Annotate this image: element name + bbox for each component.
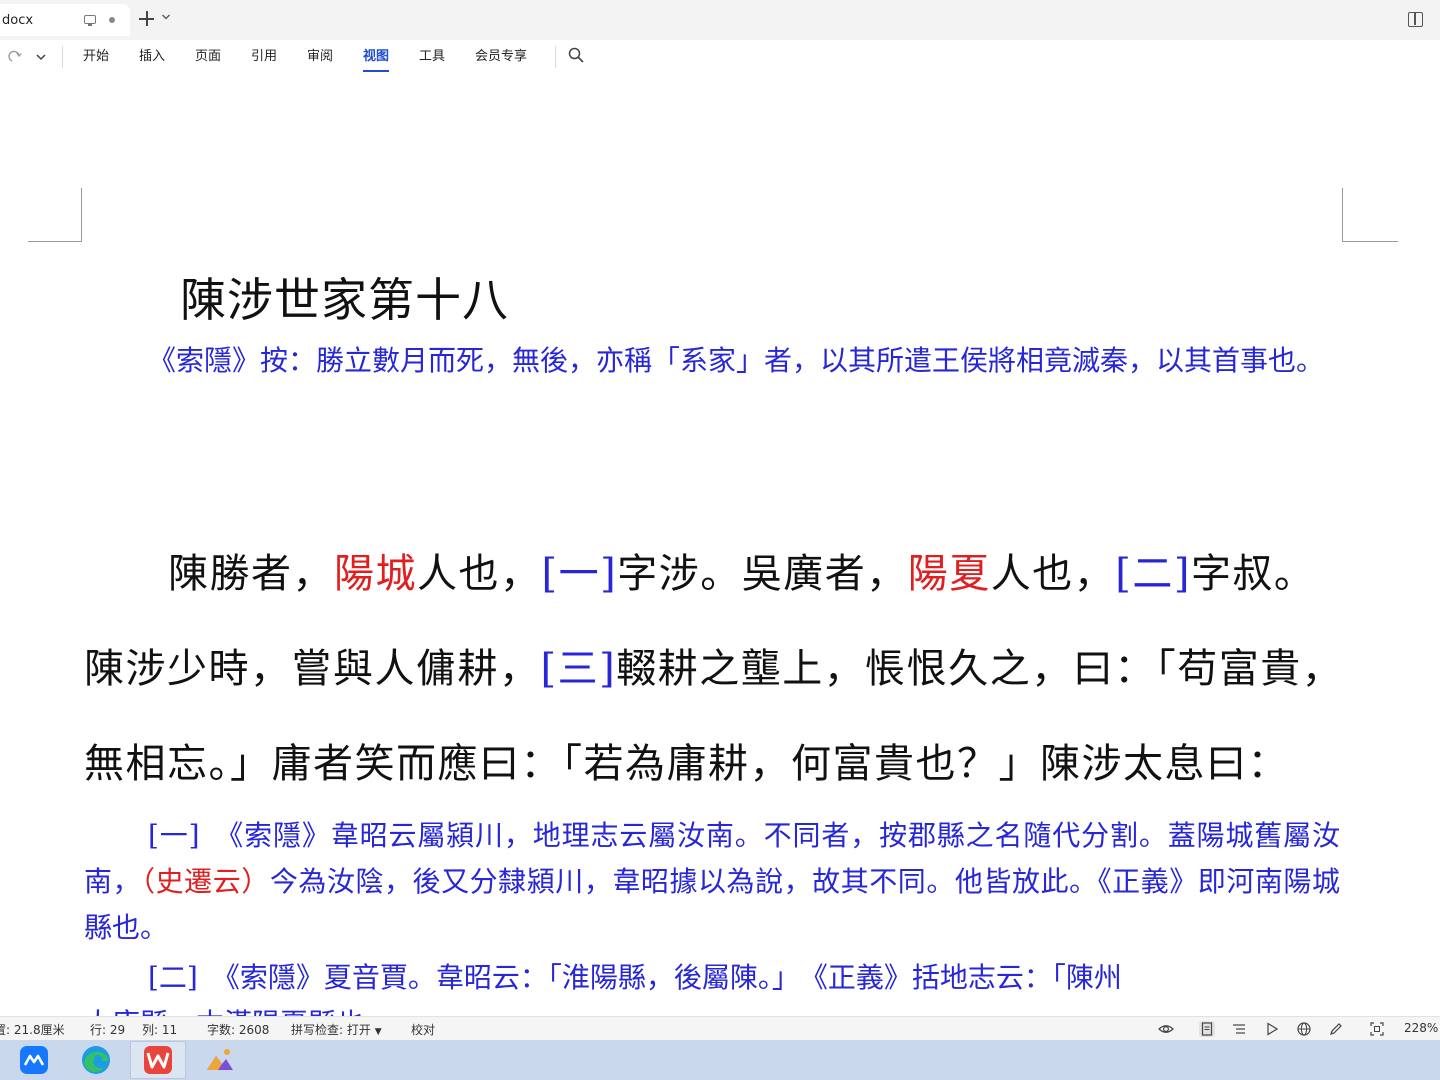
margin-corner-top-left: [28, 188, 82, 242]
quick-access-chevron-icon[interactable]: [34, 50, 48, 64]
menu-reference[interactable]: 引用: [251, 48, 277, 66]
footnote-marker-3[interactable]: [三]: [541, 646, 617, 692]
footnote-1-text-cont: 今為汝陰，後又分隸潁川，韋昭據以為說，故其不同。他皆放此。《正義》即河南陽城縣也…: [84, 865, 1340, 944]
text-run: 輟耕之壟上，悵恨久之，曰：「苟富貴，: [616, 646, 1344, 692]
status-word-count[interactable]: 字数: 2608: [207, 1021, 269, 1038]
status-bar: 置: 21.8厘米 行: 29 列: 11 字数: 2608 拼写检查: 打开 …: [0, 1016, 1440, 1040]
place-name-yangxia: 陽夏: [907, 551, 991, 597]
status-proofread[interactable]: 校对: [411, 1021, 435, 1038]
outline-icon[interactable]: [1231, 1021, 1247, 1037]
photo-app-icon: [207, 1049, 233, 1070]
search-icon[interactable]: [567, 46, 585, 64]
menu-member[interactable]: 会员专享: [475, 48, 527, 66]
play-icon[interactable]: [1264, 1021, 1280, 1037]
eye-icon[interactable]: [1158, 1021, 1174, 1037]
document-title: 陳涉世家第十八: [180, 273, 509, 327]
footnote-1: [一] 《索隱》韋昭云屬潁川，地理志云屬汝南。不同者，按郡縣之名隨代分割。蓋陽城…: [84, 813, 1340, 951]
main-text-line-3: 無相忘。」庸者笑而應曰：「若為庸耕，何富貴也？」陳涉太息曰：: [84, 741, 1289, 787]
status-line: 行: 29: [90, 1023, 126, 1037]
ribbon-menu: 开始 插入 页面 引用 审阅 视图 工具 会员专享: [0, 40, 1440, 74]
main-text-line-1: 陳勝者，陽城人也，[一]字涉。吳廣者，陽夏人也，[二]字叔。: [84, 550, 1354, 598]
ribbon-separator: [62, 46, 63, 68]
menu-view[interactable]: 视图: [363, 48, 390, 72]
text-run: 字涉。吳廣者，: [617, 551, 908, 597]
footnote-2-text: [二] 《索隱》夏音賈。韋昭云：「淮陽縣，後屬陳。」 《正義》括地志云：「陳州: [148, 961, 1122, 994]
text-run: 字叔。: [1190, 551, 1316, 597]
footnote-marker-1[interactable]: [一]: [542, 551, 618, 597]
place-name-yangcheng: 陽城: [334, 551, 417, 597]
redo-icon[interactable]: [8, 50, 22, 64]
margin-corner-top-right: [1342, 188, 1398, 242]
document-tab[interactable]: docx: [0, 4, 130, 36]
menu-page[interactable]: 页面: [195, 48, 221, 66]
edge-browser-icon: [82, 1046, 110, 1074]
wps-office-icon: [144, 1046, 172, 1074]
text-run: 陳勝者，: [168, 551, 334, 597]
monitor-icon[interactable]: [84, 15, 96, 26]
menu-review[interactable]: 审阅: [307, 48, 333, 66]
chevron-down-icon[interactable]: [161, 12, 171, 22]
taskbar-wps-office[interactable]: [130, 1041, 186, 1079]
status-column: 列: 11: [142, 1023, 178, 1037]
status-spellcheck[interactable]: 拼写检查: 打开 ▼: [291, 1021, 382, 1038]
fit-icon[interactable]: [1369, 1021, 1385, 1037]
spellcheck-label: 拼写检查: 打开: [291, 1023, 371, 1037]
menu-start[interactable]: 开始: [83, 48, 109, 66]
web-icon[interactable]: [1296, 1021, 1312, 1037]
add-tab-icon[interactable]: [137, 9, 157, 29]
intro-annotation: 《索隱》按：勝立數月而死，無後，亦稱「系家」者，以其所遣王侯將相竟滅秦，以其首事…: [84, 338, 1340, 384]
title-bar: docx: [0, 0, 1440, 40]
taskbar-edge-browser[interactable]: [68, 1041, 124, 1079]
ribbon-separator: [555, 46, 556, 68]
status-position: 置: 21.8厘米: [0, 1023, 65, 1037]
document-tab-title: docx: [2, 12, 34, 28]
panel-icon[interactable]: [1408, 12, 1423, 27]
menu-tools[interactable]: 工具: [419, 48, 445, 66]
taskbar: [0, 1040, 1440, 1080]
lark-app-icon: [20, 1046, 48, 1074]
text-run: 陳涉少時，嘗與人傭耕，: [84, 646, 541, 692]
chevron-down-icon: ▼: [374, 1027, 382, 1037]
page-layout-icon[interactable]: [1199, 1021, 1215, 1037]
document-page[interactable]: 陳涉世家第十八 《索隱》按：勝立數月而死，無後，亦稱「系家」者，以其所遣王侯將相…: [0, 74, 1440, 1016]
text-run: 人也，: [990, 551, 1116, 597]
zoom-level[interactable]: 228%: [1404, 1021, 1438, 1035]
footnote-1-red-text: （史遷云）: [141, 865, 270, 898]
pen-icon[interactable]: [1328, 1021, 1344, 1037]
unsaved-dot-icon[interactable]: [109, 17, 115, 23]
footnote-2: [二] 《索隱》夏音賈。韋昭云：「淮陽縣，後屬陳。」 《正義》括地志云：「陳州太…: [84, 955, 1340, 1016]
menu-insert[interactable]: 插入: [139, 48, 165, 66]
taskbar-photo-app[interactable]: [192, 1041, 248, 1079]
intro-annotation-text: 《索隱》按：勝立數月而死，無後，亦稱「系家」者，以其所遣王侯將相竟滅秦，以其首事…: [148, 344, 1325, 377]
text-run: 人也，: [417, 551, 542, 597]
footnote-2-text-cont: 太康縣，本漢陽夏縣也。」: [84, 1007, 406, 1016]
main-text-line-2: 陳涉少時，嘗與人傭耕，[三]輟耕之壟上，悵恨久之，曰：「苟富貴，: [84, 645, 1354, 693]
taskbar-lark-app[interactable]: [6, 1041, 62, 1079]
footnote-marker-2[interactable]: [二]: [1115, 551, 1191, 597]
